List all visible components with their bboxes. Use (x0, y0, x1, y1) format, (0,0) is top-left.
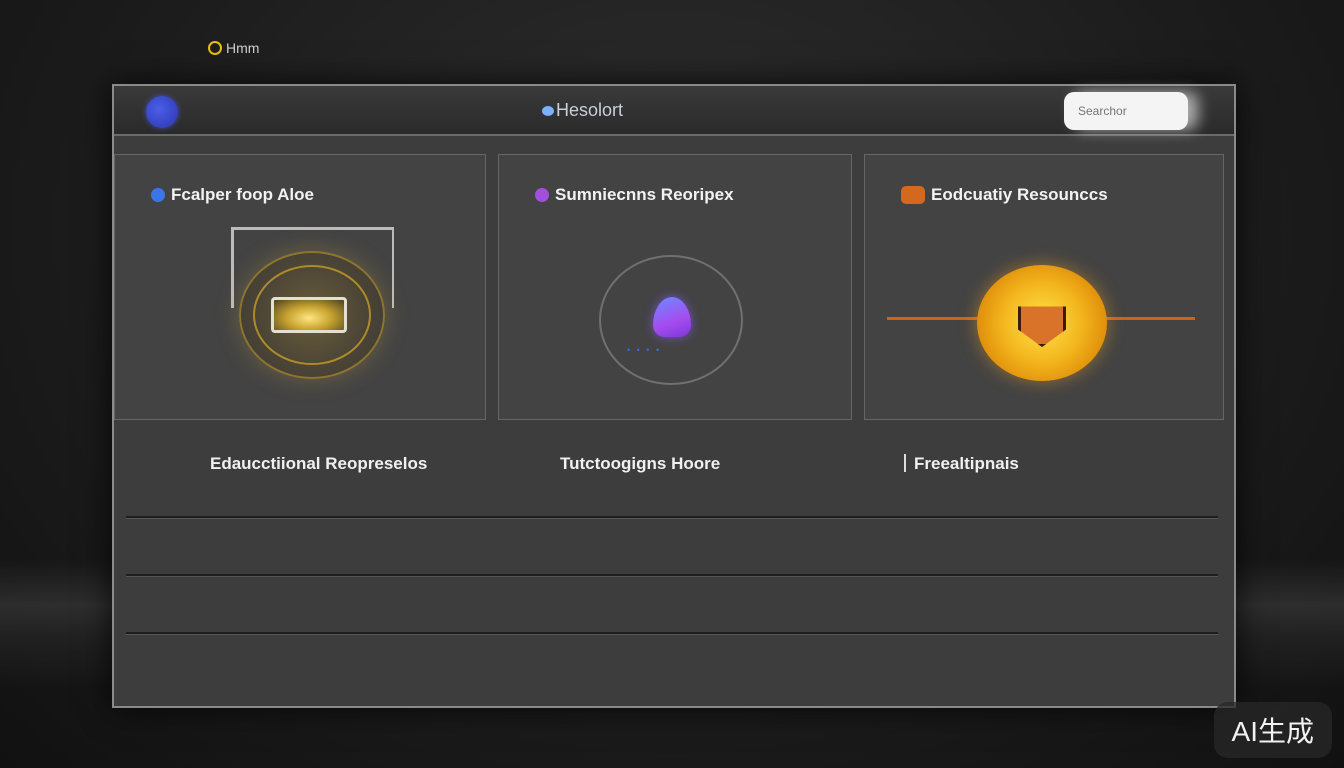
orb-circle: • • • • (599, 255, 743, 385)
card-1-header: Fcalper foop Aloe (151, 185, 314, 205)
app-title: Hesolort (542, 100, 623, 121)
card-2[interactable]: Sumniecnns Reoripex • • • • (498, 154, 852, 420)
circle-icon (208, 41, 222, 55)
list-divider (126, 516, 1218, 519)
tag-icon (901, 186, 925, 204)
logo-icon (542, 105, 554, 116)
cursor-bar (904, 454, 906, 472)
row-label-3-text: Freealtipnais (914, 454, 1019, 473)
row-label-3[interactable]: Freealtipnais (904, 454, 1019, 474)
card-3[interactable]: Eodcuatiy Resounccs (864, 154, 1224, 420)
coin-badge (977, 265, 1107, 381)
card-2-title: Sumniecnns Reoripex (555, 185, 734, 204)
row-label-2[interactable]: Tutctoogigns Hoore (560, 454, 720, 474)
globe-icon (151, 188, 165, 202)
flame-icon (653, 297, 691, 337)
avatar[interactable] (146, 96, 178, 128)
shield-icon (1018, 306, 1066, 347)
card-1[interactable]: Fcalper foop Aloe (114, 154, 486, 420)
top-mark-label: Hmm (226, 40, 260, 56)
card-2-header: Sumniecnns Reoripex (535, 185, 734, 205)
card-1-title: Fcalper foop Aloe (171, 185, 314, 204)
card-3-title: Eodcuatiy Resounccs (931, 185, 1108, 204)
sparks-decoration: • • • • (627, 345, 662, 355)
app-title-text: Hesolort (556, 100, 624, 120)
card-3-header: Eodcuatiy Resounccs (901, 185, 1108, 205)
list-divider (126, 632, 1218, 635)
lamp-icon (239, 251, 385, 379)
main-window: Hesolort Fcalper foop Aloe Sumniecnns Re… (112, 84, 1236, 708)
top-mark: Hmm (208, 40, 259, 56)
row-label-1[interactable]: Edaucctiional Reopreselos (210, 454, 427, 474)
device-icon (271, 297, 347, 333)
list-divider (126, 574, 1218, 577)
badge-icon (535, 188, 549, 202)
watermark: AI生成 (1213, 702, 1332, 758)
title-bar: Hesolort (114, 86, 1234, 136)
search-input[interactable] (1064, 92, 1188, 130)
